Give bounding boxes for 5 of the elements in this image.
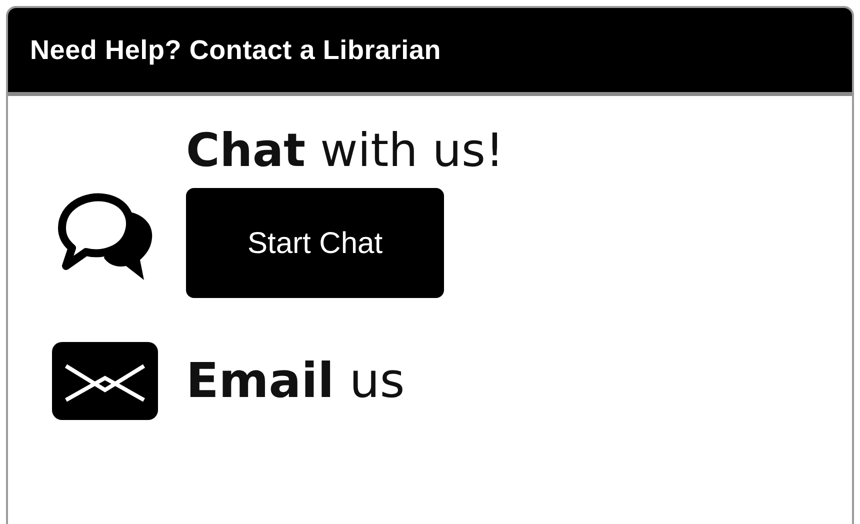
email-heading: Email us [186,352,405,411]
chat-heading: Chat with us! [186,122,504,178]
start-chat-button[interactable]: Start Chat [186,188,444,298]
envelope-icon [52,342,158,420]
panel-title: Need Help? Contact a Librarian [30,34,442,67]
